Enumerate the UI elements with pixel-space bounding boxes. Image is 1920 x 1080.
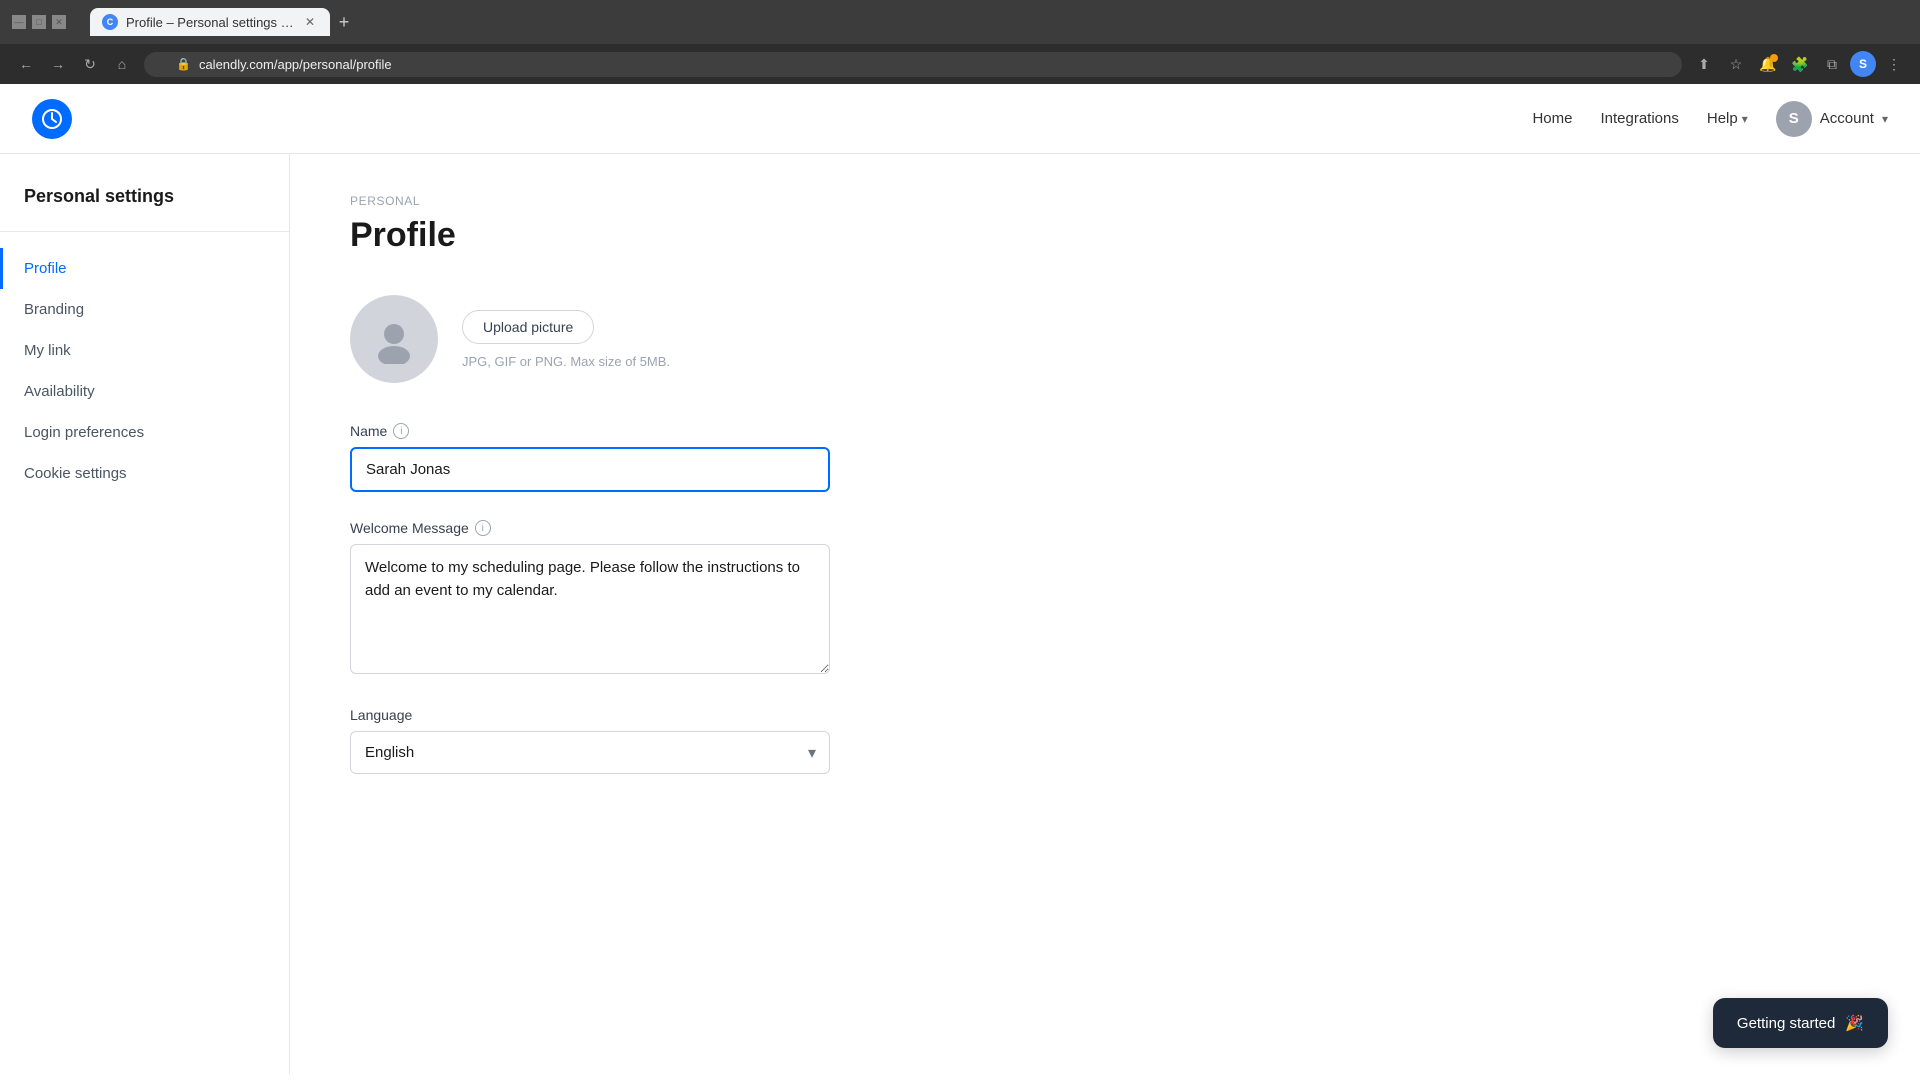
content-area: PERSONAL Profile Upload picture JPG, GIF… <box>290 154 1920 1074</box>
account-chevron-icon: ▾ <box>1882 112 1888 126</box>
sidebar-item-cookie-settings[interactable]: Cookie settings <box>0 453 289 494</box>
home-button[interactable]: ⌂ <box>108 50 136 78</box>
close-button[interactable]: ✕ <box>52 15 66 29</box>
sidebar-item-branding[interactable]: Branding <box>0 289 289 330</box>
url-text: calendly.com/app/personal/profile <box>199 57 392 72</box>
top-nav: Home Integrations Help ▾ S Account ▾ <box>0 84 1920 154</box>
sidebar-title: Personal settings <box>0 186 289 207</box>
nav-buttons: ← → ↻ ⌂ <box>12 50 136 78</box>
new-tab-button[interactable]: + <box>330 8 358 36</box>
minimize-button[interactable]: — <box>12 15 26 29</box>
welcome-message-info-icon[interactable]: i <box>475 520 491 536</box>
lock-icon: 🔒 <box>176 57 191 71</box>
sidebar-item-login-preferences[interactable]: Login preferences <box>0 412 289 453</box>
back-button[interactable]: ← <box>12 50 40 78</box>
help-chevron-icon: ▾ <box>1742 112 1748 126</box>
browser-chrome: — □ ✕ C Profile – Personal settings – Ca… <box>0 0 1920 84</box>
sidebar-item-availability[interactable]: Availability <box>0 371 289 412</box>
maximize-button[interactable]: □ <box>32 15 46 29</box>
language-label: Language <box>350 707 1860 723</box>
integrations-nav-link[interactable]: Integrations <box>1600 110 1678 127</box>
welcome-message-textarea[interactable]: Welcome to my scheduling page. Please fo… <box>350 544 830 674</box>
welcome-message-form-group: Welcome Message i Welcome to my scheduli… <box>350 520 1860 679</box>
tab-title: Profile – Personal settings – Cale… <box>126 15 294 30</box>
profile-pic-section: Upload picture JPG, GIF or PNG. Max size… <box>350 295 1860 383</box>
welcome-message-label: Welcome Message i <box>350 520 1860 536</box>
notification-dot <box>1770 54 1778 62</box>
bookmark-button[interactable]: ☆ <box>1722 50 1750 78</box>
getting-started-label: Getting started <box>1737 1015 1835 1032</box>
account-nav[interactable]: S Account ▾ <box>1776 101 1888 137</box>
avatar: S <box>1776 101 1812 137</box>
page-title: Profile <box>350 216 1860 255</box>
sidebar-divider <box>0 231 289 232</box>
browser-profile[interactable]: S <box>1850 51 1876 77</box>
active-tab[interactable]: C Profile – Personal settings – Cale… ✕ <box>90 8 330 36</box>
tab-close-button[interactable]: ✕ <box>302 14 318 30</box>
tab-bar: C Profile – Personal settings – Cale… ✕ … <box>82 8 366 36</box>
upload-section: Upload picture JPG, GIF or PNG. Max size… <box>462 310 670 369</box>
name-input[interactable] <box>350 447 830 492</box>
sidebar: Personal settings Profile Branding My li… <box>0 154 290 1074</box>
upload-picture-button[interactable]: Upload picture <box>462 310 594 344</box>
tab-favicon: C <box>102 14 118 30</box>
refresh-button[interactable]: ↻ <box>76 50 104 78</box>
sidebar-item-profile[interactable]: Profile <box>0 248 289 289</box>
split-view-button[interactable]: ⧉ <box>1818 50 1846 78</box>
nav-right: Home Integrations Help ▾ S Account ▾ <box>1532 101 1888 137</box>
more-options-button[interactable]: ⋮ <box>1880 50 1908 78</box>
titlebar: — □ ✕ C Profile – Personal settings – Ca… <box>0 0 1920 44</box>
calendly-logo[interactable] <box>32 99 72 139</box>
share-button[interactable]: ⬆ <box>1690 50 1718 78</box>
window-controls: — □ ✕ <box>12 15 66 29</box>
upload-hint: JPG, GIF or PNG. Max size of 5MB. <box>462 354 670 369</box>
name-label: Name i <box>350 423 1860 439</box>
language-select[interactable]: English French German Spanish Portuguese <box>350 731 830 774</box>
language-form-group: Language English French German Spanish P… <box>350 707 1860 774</box>
sidebar-item-my-link[interactable]: My link <box>0 330 289 371</box>
home-nav-link[interactable]: Home <box>1532 110 1572 127</box>
address-bar: ← → ↻ ⌂ 🔒 calendly.com/app/personal/prof… <box>0 44 1920 84</box>
help-nav-link[interactable]: Help ▾ <box>1707 110 1748 127</box>
forward-button[interactable]: → <box>44 50 72 78</box>
language-select-wrap: English French German Spanish Portuguese… <box>350 731 830 774</box>
notifications-button[interactable]: 🔔 <box>1754 50 1782 78</box>
account-label: Account <box>1820 110 1874 127</box>
browser-actions: ⬆ ☆ 🔔 🧩 ⧉ S ⋮ <box>1690 50 1908 78</box>
app-container: Home Integrations Help ▾ S Account ▾ Per… <box>0 84 1920 1074</box>
breadcrumb: PERSONAL <box>350 194 1860 208</box>
main-content: Personal settings Profile Branding My li… <box>0 154 1920 1074</box>
name-form-group: Name i <box>350 423 1860 492</box>
default-avatar-icon <box>369 314 419 364</box>
getting-started-widget[interactable]: Getting started 🎉 <box>1713 998 1888 1048</box>
getting-started-emoji: 🎉 <box>1845 1014 1864 1032</box>
url-bar[interactable]: 🔒 calendly.com/app/personal/profile <box>144 52 1682 77</box>
name-info-icon[interactable]: i <box>393 423 409 439</box>
extensions-button[interactable]: 🧩 <box>1786 50 1814 78</box>
avatar-placeholder <box>350 295 438 383</box>
